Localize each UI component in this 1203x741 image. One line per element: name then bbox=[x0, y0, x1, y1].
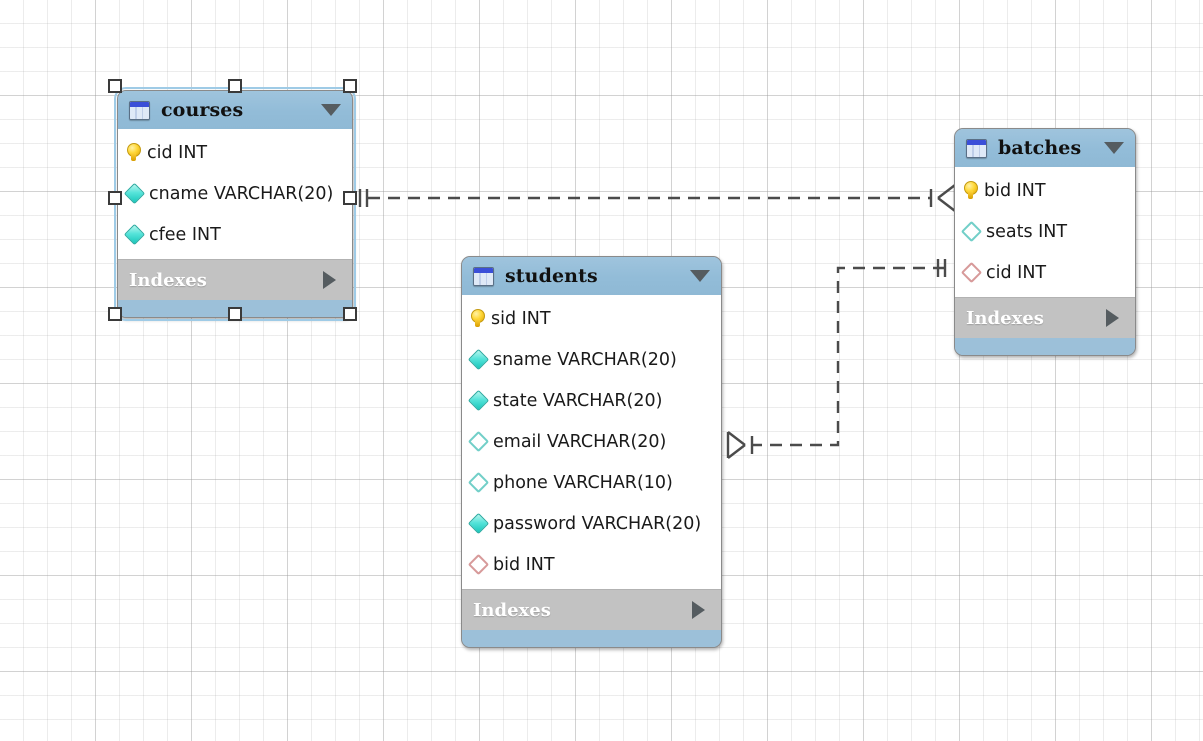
table-icon bbox=[129, 100, 150, 120]
column-row[interactable]: bid INT bbox=[462, 544, 721, 585]
table-batches-columns: bid INT seats INT cid INT bbox=[955, 167, 1135, 297]
resize-handle-e[interactable] bbox=[343, 191, 357, 205]
diamond-foreign-key-icon bbox=[960, 261, 983, 284]
column-label: sname VARCHAR(20) bbox=[493, 349, 677, 370]
diamond-hollow-icon bbox=[960, 220, 983, 243]
column-row[interactable]: seats INT bbox=[955, 211, 1135, 252]
diamond-hollow-icon bbox=[467, 471, 490, 494]
table-batches-footer bbox=[955, 338, 1135, 355]
table-students-indexes[interactable]: Indexes bbox=[462, 589, 721, 630]
column-row[interactable]: bid INT bbox=[955, 170, 1135, 211]
diamond-filled-icon bbox=[467, 389, 490, 412]
chevron-down-icon[interactable] bbox=[1104, 142, 1124, 154]
column-label: cid INT bbox=[986, 262, 1047, 283]
table-students-header[interactable]: students bbox=[462, 257, 721, 295]
table-batches-header[interactable]: batches bbox=[955, 129, 1135, 167]
column-row[interactable]: cid INT bbox=[118, 132, 352, 173]
diamond-filled-icon bbox=[467, 512, 490, 535]
column-label: bid INT bbox=[493, 554, 555, 575]
column-row[interactable]: password VARCHAR(20) bbox=[462, 503, 721, 544]
relationship-batches-students[interactable] bbox=[726, 259, 947, 459]
column-label: phone VARCHAR(10) bbox=[493, 472, 673, 493]
column-row[interactable]: sname VARCHAR(20) bbox=[462, 339, 721, 380]
diamond-hollow-icon bbox=[467, 430, 490, 453]
column-row[interactable]: phone VARCHAR(10) bbox=[462, 462, 721, 503]
column-label: cname VARCHAR(20) bbox=[149, 183, 334, 204]
chevron-right-icon[interactable] bbox=[1106, 309, 1119, 327]
column-row[interactable]: email VARCHAR(20) bbox=[462, 421, 721, 462]
column-row[interactable]: cname VARCHAR(20) bbox=[118, 173, 352, 214]
column-row[interactable]: cfee INT bbox=[118, 214, 352, 255]
table-icon bbox=[473, 266, 494, 286]
eer-diagram-canvas[interactable]: courses cid INT cname VARCHAR(20) cfee I… bbox=[0, 0, 1203, 741]
resize-handle-n[interactable] bbox=[228, 79, 242, 93]
table-batches-indexes[interactable]: Indexes bbox=[955, 297, 1135, 338]
diamond-filled-icon bbox=[123, 223, 146, 246]
table-courses-title: courses bbox=[161, 99, 244, 121]
resize-handle-s[interactable] bbox=[228, 307, 242, 321]
resize-handle-se[interactable] bbox=[343, 307, 357, 321]
resize-handle-ne[interactable] bbox=[343, 79, 357, 93]
indexes-label: Indexes bbox=[966, 307, 1044, 329]
resize-handle-w[interactable] bbox=[108, 191, 122, 205]
column-row[interactable]: state VARCHAR(20) bbox=[462, 380, 721, 421]
key-icon bbox=[127, 143, 141, 162]
table-students-footer bbox=[462, 630, 721, 647]
column-label: bid INT bbox=[984, 180, 1046, 201]
table-courses-header[interactable]: courses bbox=[118, 91, 352, 129]
column-label: state VARCHAR(20) bbox=[493, 390, 663, 411]
column-label: sid INT bbox=[491, 308, 551, 329]
key-icon bbox=[964, 181, 978, 200]
diamond-filled-icon bbox=[123, 182, 146, 205]
column-label: seats INT bbox=[986, 221, 1068, 242]
indexes-label: Indexes bbox=[129, 269, 207, 291]
table-batches-title: batches bbox=[998, 137, 1082, 159]
chevron-down-icon[interactable] bbox=[690, 270, 710, 282]
chevron-right-icon[interactable] bbox=[692, 601, 705, 619]
table-students-title: students bbox=[505, 265, 598, 287]
column-label: email VARCHAR(20) bbox=[493, 431, 667, 452]
indexes-label: Indexes bbox=[473, 599, 551, 621]
column-label: password VARCHAR(20) bbox=[493, 513, 702, 534]
table-courses-indexes[interactable]: Indexes bbox=[118, 259, 352, 300]
chevron-down-icon[interactable] bbox=[321, 104, 341, 116]
table-courses-columns: cid INT cname VARCHAR(20) cfee INT bbox=[118, 129, 352, 259]
table-batches[interactable]: batches bid INT seats INT cid INT Indexe… bbox=[954, 128, 1136, 356]
chevron-right-icon[interactable] bbox=[323, 271, 336, 289]
column-row[interactable]: sid INT bbox=[462, 298, 721, 339]
resize-handle-sw[interactable] bbox=[108, 307, 122, 321]
key-icon bbox=[471, 309, 485, 328]
diamond-filled-icon bbox=[467, 348, 490, 371]
column-label: cfee INT bbox=[149, 224, 221, 245]
column-label: cid INT bbox=[147, 142, 208, 163]
resize-handle-nw[interactable] bbox=[108, 79, 122, 93]
table-courses[interactable]: courses cid INT cname VARCHAR(20) cfee I… bbox=[114, 87, 356, 321]
diamond-foreign-key-icon bbox=[467, 553, 490, 576]
table-icon bbox=[966, 138, 987, 158]
relationship-courses-batches[interactable] bbox=[358, 184, 957, 212]
table-students-columns: sid INT sname VARCHAR(20) state VARCHAR(… bbox=[462, 295, 721, 589]
table-students[interactable]: students sid INT sname VARCHAR(20) state… bbox=[461, 256, 722, 648]
column-row[interactable]: cid INT bbox=[955, 252, 1135, 293]
